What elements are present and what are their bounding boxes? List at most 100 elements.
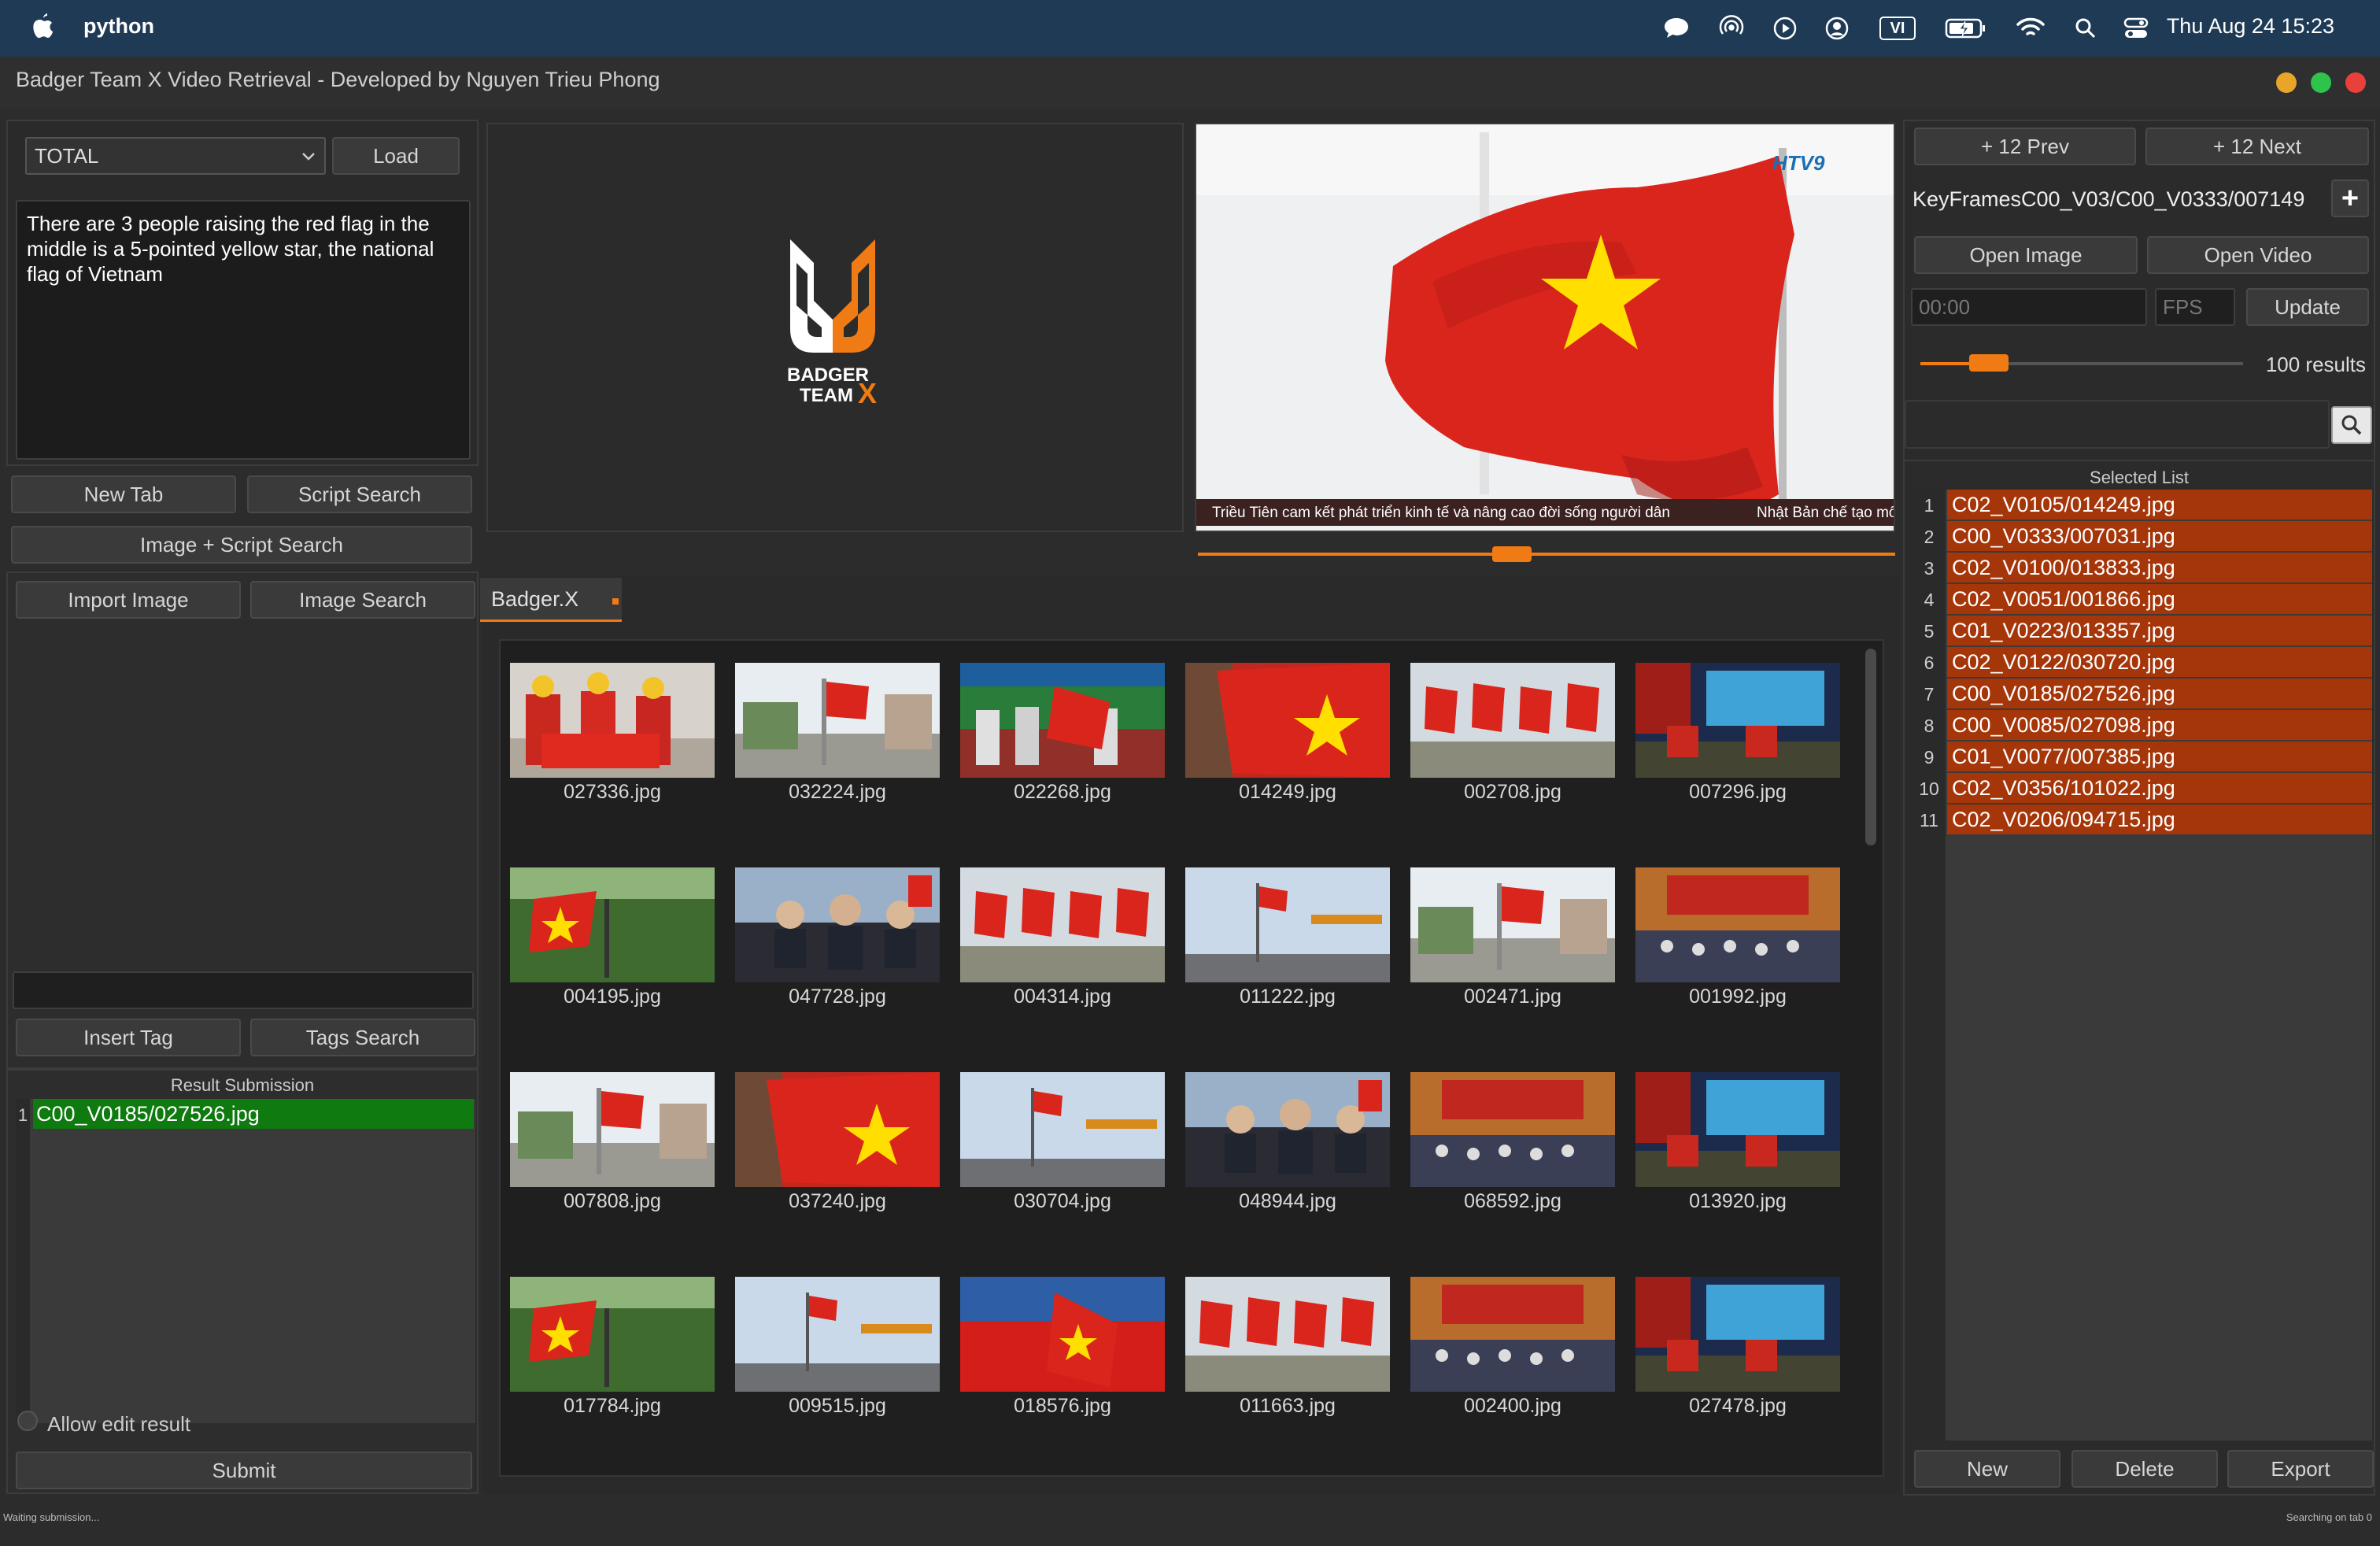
selected-list-title: Selected List: [2090, 468, 2189, 487]
message-icon[interactable]: [1662, 14, 1691, 43]
new-list-button[interactable]: New: [1914, 1450, 2060, 1488]
selected-row[interactable]: 4 C02_V0051/001866.jpg: [1913, 584, 2372, 616]
thumbnail[interactable]: [960, 867, 1165, 982]
next-12-button[interactable]: + 12 Next: [2145, 128, 2369, 165]
keyword-search-button[interactable]: [2331, 406, 2372, 444]
logo-line2: TEAM: [800, 385, 853, 406]
thumbnail[interactable]: [1635, 663, 1840, 778]
selected-row[interactable]: 7 C00_V0185/027526.jpg: [1913, 679, 2372, 710]
keyframe-path: KeyFramesC00_V03/C00_V0333/007149: [1913, 187, 2305, 211]
script-search-button[interactable]: Script Search: [247, 475, 472, 513]
thumbnail-grid[interactable]: 027336.jpg 032224.jpg 022268.jpg 014249.jpg…: [499, 639, 1884, 1477]
thumbnail[interactable]: [510, 1277, 715, 1392]
battery-icon[interactable]: [1944, 14, 1988, 43]
allow-edit-checkbox[interactable]: [17, 1411, 38, 1431]
open-video-button[interactable]: Open Video: [2147, 236, 2369, 274]
thumbnail[interactable]: [1410, 1277, 1615, 1392]
close-button[interactable]: [2345, 72, 2366, 93]
prev-12-button[interactable]: + 12 Prev: [1914, 128, 2136, 165]
thumbnail-caption: 047728.jpg: [789, 986, 886, 1008]
selected-list[interactable]: 1 C02_V0105/014249.jpg 2 C00_V0333/007031.j…: [1913, 490, 2372, 1441]
app-name[interactable]: python: [83, 14, 154, 39]
thumbnail[interactable]: [1635, 1072, 1840, 1187]
add-selected-button[interactable]: +: [2331, 179, 2369, 217]
tags-search-button[interactable]: Tags Search: [250, 1019, 475, 1056]
selected-row[interactable]: 6 C02_V0122/030720.jpg: [1913, 647, 2372, 679]
thumbnail[interactable]: [1185, 867, 1390, 982]
thumbnail[interactable]: [735, 867, 940, 982]
allow-edit-label: Allow edit result: [47, 1412, 191, 1436]
fps-input[interactable]: FPS: [2155, 288, 2235, 326]
keyword-search-input[interactable]: [1905, 400, 2330, 449]
new-tab-button[interactable]: New Tab: [11, 475, 236, 513]
selected-row[interactable]: 8 C00_V0085/027098.jpg: [1913, 710, 2372, 742]
update-button[interactable]: Update: [2246, 288, 2369, 326]
user-icon[interactable]: [1823, 14, 1851, 43]
selected-row[interactable]: 9 C01_V0077/007385.jpg: [1913, 742, 2372, 773]
thumbnail[interactable]: [1635, 867, 1840, 982]
insert-tag-button[interactable]: Insert Tag: [16, 1019, 241, 1056]
result-row-file: C00_V0185/027526.jpg: [33, 1099, 474, 1129]
time-input[interactable]: 00:00: [1911, 288, 2147, 326]
thumbnail[interactable]: [1185, 663, 1390, 778]
results-slider-handle[interactable]: [1968, 354, 2009, 372]
thumbnail[interactable]: [960, 1072, 1165, 1187]
thumbnail[interactable]: [1185, 1072, 1390, 1187]
video-progress-handle[interactable]: [1491, 546, 1532, 562]
menu-bar: python VI Thu Aug 24 15:23: [0, 0, 2380, 57]
open-image-button[interactable]: Open Image: [1914, 236, 2138, 274]
thumbnail[interactable]: [1410, 1072, 1615, 1187]
thumbnail[interactable]: [735, 1277, 940, 1392]
tag-input[interactable]: [13, 971, 474, 1009]
selected-row-number: 10: [1919, 778, 1939, 799]
thumbnail[interactable]: [510, 663, 715, 778]
thumbnail[interactable]: [1410, 663, 1615, 778]
image-search-button[interactable]: Image Search: [250, 581, 475, 619]
control-center-icon[interactable]: [2122, 14, 2150, 43]
thumbnail[interactable]: [735, 663, 940, 778]
thumbnail[interactable]: [960, 663, 1165, 778]
menubar-clock[interactable]: Thu Aug 24 15:23: [2167, 14, 2334, 39]
window-titlebar: Badger Team X Video Retrieval - Develope…: [0, 57, 2380, 109]
selected-row[interactable]: 11 C02_V0206/094715.jpg: [1913, 804, 2372, 836]
delete-button[interactable]: Delete: [2071, 1450, 2218, 1488]
thumbnail[interactable]: [1410, 867, 1615, 982]
thumbnail[interactable]: [1185, 1277, 1390, 1392]
thumbnail[interactable]: [1635, 1277, 1840, 1392]
play-icon[interactable]: [1771, 14, 1799, 43]
input-source-icon[interactable]: VI: [1879, 17, 1916, 40]
load-button[interactable]: Load: [332, 137, 460, 175]
selected-row[interactable]: 2 C00_V0333/007031.jpg: [1913, 521, 2372, 553]
video-progress-track[interactable]: [1198, 553, 1895, 556]
thumbnail[interactable]: [510, 867, 715, 982]
search-icon[interactable]: [2071, 14, 2100, 43]
wifi-icon[interactable]: [2015, 14, 2046, 43]
minimize-button[interactable]: [2276, 72, 2297, 93]
image-script-search-button[interactable]: Image + Script Search: [11, 526, 472, 564]
result-row[interactable]: 1 C00_V0185/027526.jpg: [16, 1099, 475, 1130]
apple-icon[interactable]: [30, 11, 55, 43]
dataset-select[interactable]: TOTAL: [25, 137, 326, 175]
video-ticker-right: Nhật Bản chế tạo mô: [1757, 505, 1894, 521]
export-button[interactable]: Export: [2227, 1450, 2374, 1488]
import-image-button[interactable]: Import Image: [16, 581, 241, 619]
submit-button[interactable]: Submit: [16, 1452, 472, 1489]
chevron-down-icon: [302, 153, 315, 161]
zoom-button[interactable]: [2311, 72, 2331, 93]
selected-row[interactable]: 10 C02_V0356/101022.jpg: [1913, 773, 2372, 804]
selected-row[interactable]: 1 C02_V0105/014249.jpg: [1913, 490, 2372, 521]
tab-badger-x[interactable]: Badger.X: [480, 578, 622, 622]
selected-row[interactable]: 3 C02_V0100/013833.jpg: [1913, 553, 2372, 584]
video-frame[interactable]: Triều Tiên cam kết phát triển kinh tế và…: [1195, 123, 1895, 532]
thumbnail[interactable]: [510, 1072, 715, 1187]
airdrop-icon[interactable]: [1717, 14, 1746, 43]
selected-row-file: C02_V0100/013833.jpg: [1947, 553, 2372, 583]
thumbnail[interactable]: [735, 1072, 940, 1187]
thumbnail-caption: 037240.jpg: [789, 1190, 886, 1212]
thumbnail[interactable]: [960, 1277, 1165, 1392]
selected-row[interactable]: 5 C01_V0223/013357.jpg: [1913, 616, 2372, 647]
grid-scrollbar[interactable]: [1865, 649, 1876, 845]
result-submission-list[interactable]: 1 C00_V0185/027526.jpg: [16, 1099, 475, 1423]
selected-list-panel: Selected List 1 C02_V0105/014249.jpg 2 C00_…: [1903, 460, 2375, 1496]
query-textarea[interactable]: There are 3 people raising the red flag …: [16, 200, 471, 460]
